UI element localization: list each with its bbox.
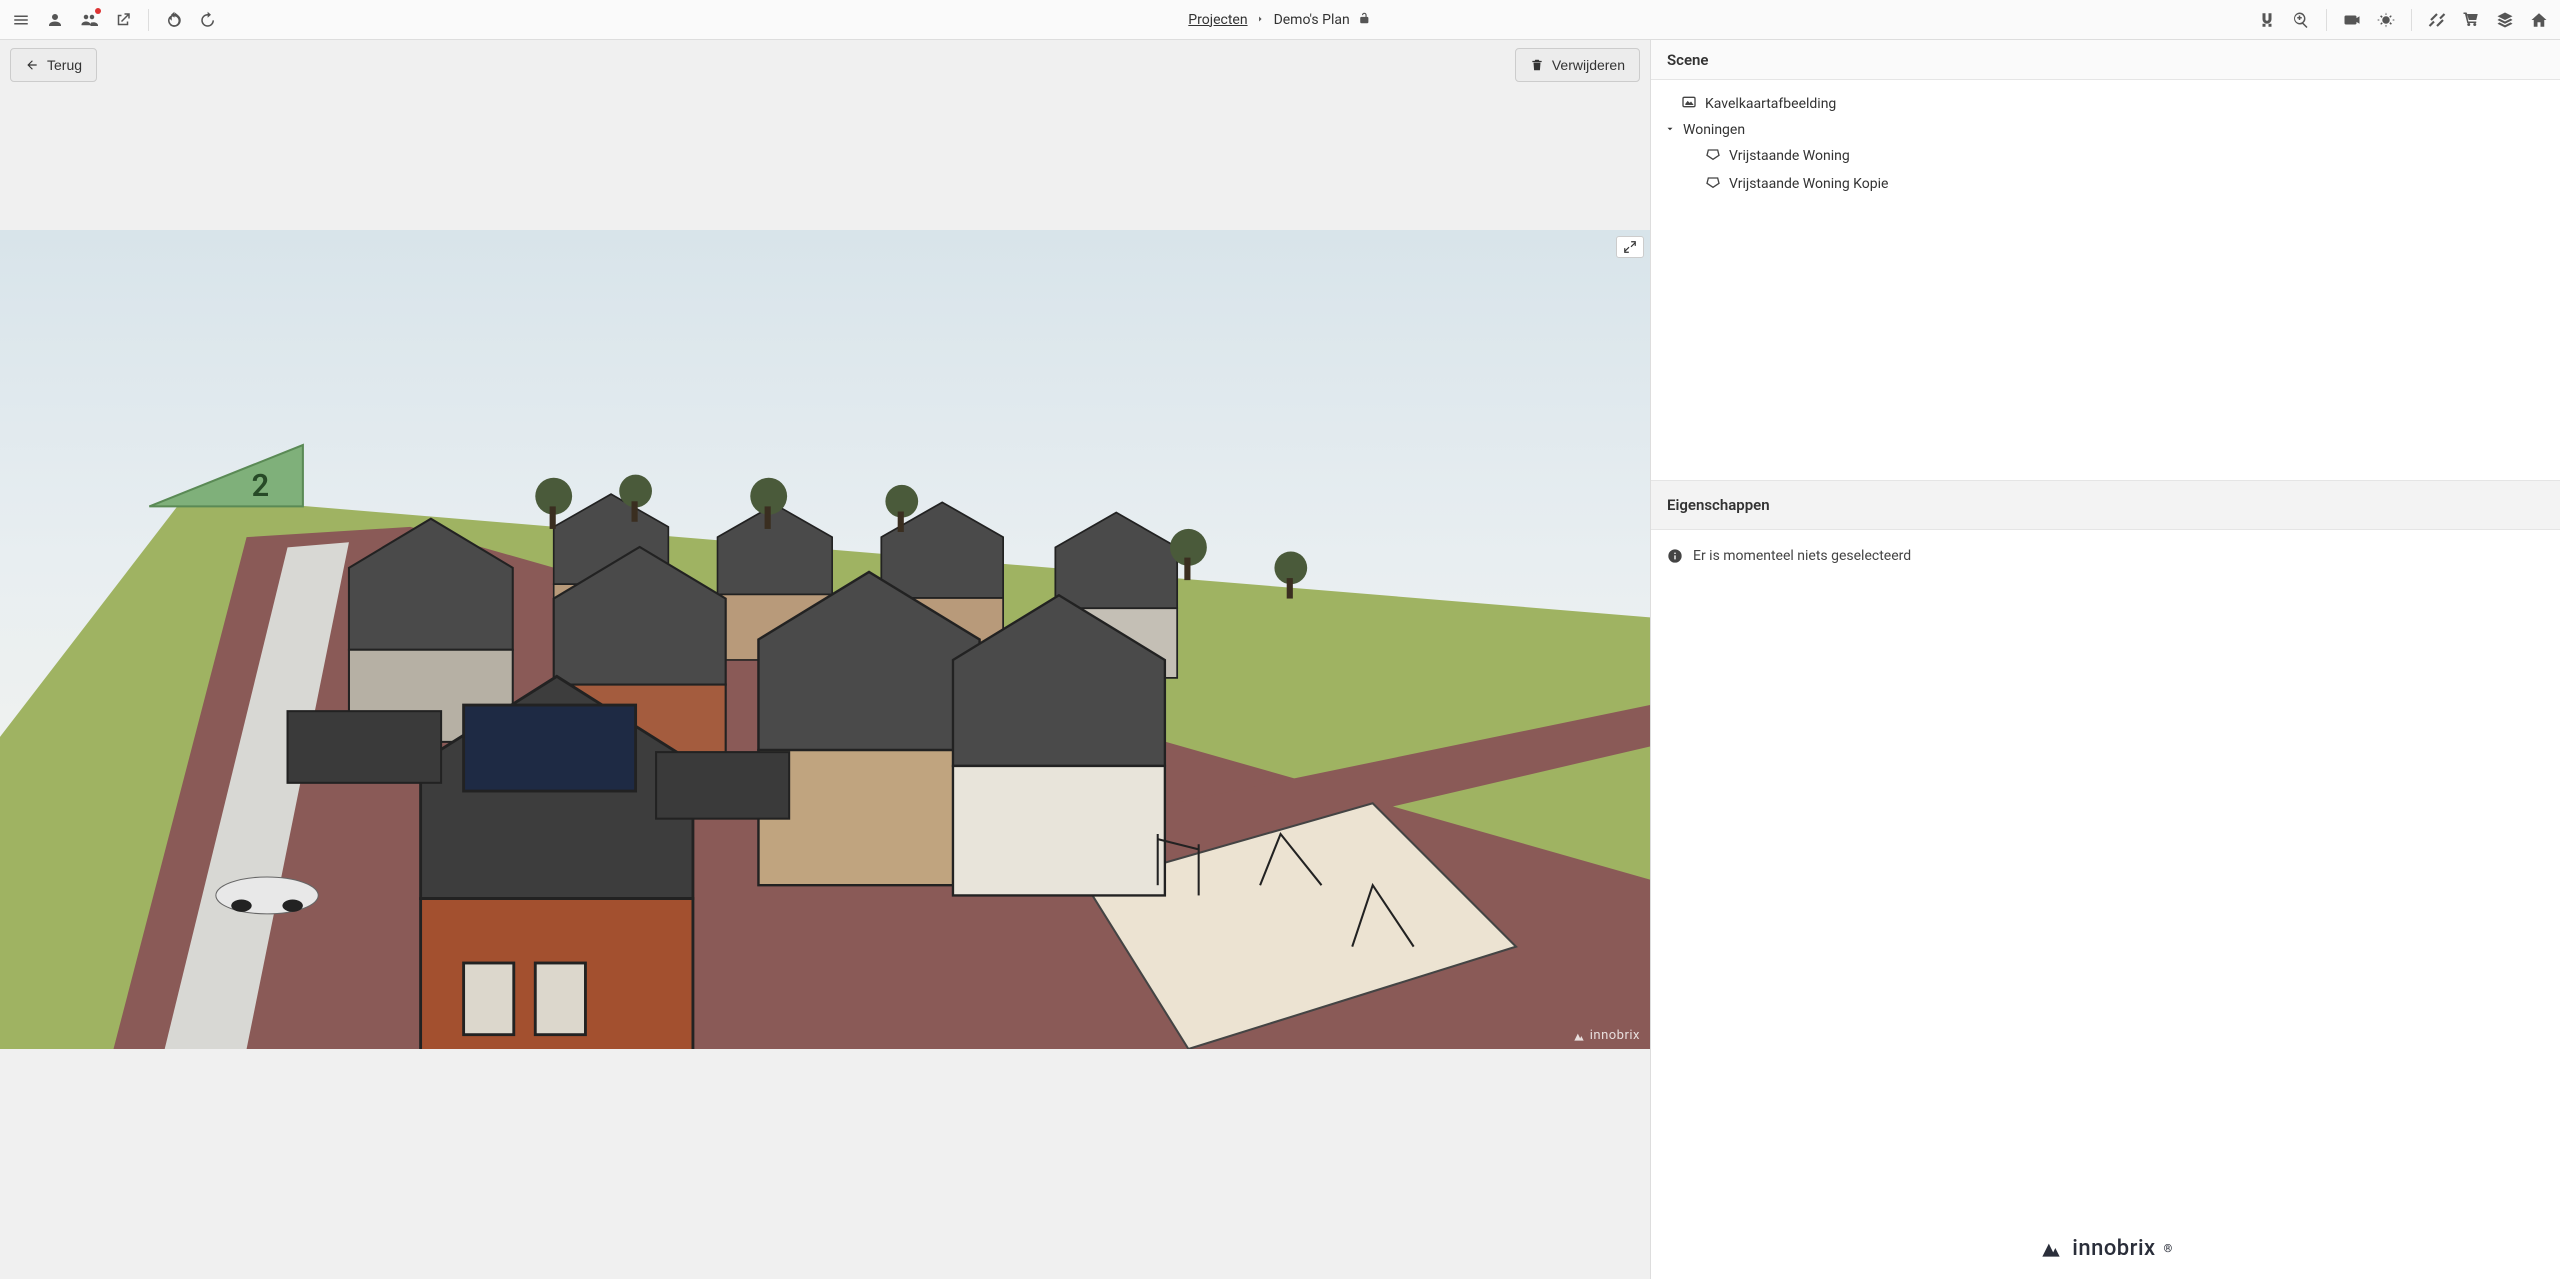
tree-item-label: Vrijstaande Woning Kopie [1729,176,1888,192]
toolbar-right-group [2252,5,2554,35]
properties-panel-title: Eigenschappen [1667,496,1770,514]
delete-button-label: Verwijderen [1552,57,1625,73]
camera-icon[interactable] [2337,5,2367,35]
polygon-icon [1705,174,1721,194]
viewport: Terug Verwijderen [0,40,1650,1279]
users-icon[interactable] [74,5,104,35]
back-button-label: Terug [47,57,82,73]
watermark: innobrix [1572,1028,1640,1043]
toolbar-separator [2411,9,2412,31]
back-button[interactable]: Terug [10,48,97,82]
menu-icon[interactable] [6,5,36,35]
main-area: Terug Verwijderen [0,40,2560,1279]
breadcrumb-current: Demo's Plan [1274,12,1350,28]
scene-tree: Kavelkaartafbeelding Woningen Vrijstaand… [1651,80,2560,480]
brand-logo-icon [2038,1235,2064,1261]
redo-icon[interactable] [193,5,223,35]
brand-name: innobrix [2072,1236,2155,1261]
delete-button[interactable]: Verwijderen [1515,48,1640,82]
user-icon[interactable] [40,5,70,35]
scene-marker-label: 2 [252,469,270,504]
undo-icon[interactable] [159,5,189,35]
properties-empty-state: Er is momenteel niets geselecteerd [1651,530,2560,582]
tree-item-woning-1[interactable]: Vrijstaande Woning [1659,142,2546,170]
breadcrumb: Projecten Demo's Plan [1188,11,1371,29]
polygon-icon [1705,146,1721,166]
toolbar-separator [2326,9,2327,31]
tree-item-woning-2[interactable]: Vrijstaande Woning Kopie [1659,170,2546,198]
expand-panel-button[interactable] [1616,236,1644,258]
layers-icon[interactable] [2490,5,2520,35]
unlock-icon[interactable] [1358,11,1372,29]
properties-empty-text: Er is momenteel niets geselecteerd [1693,548,1911,564]
toolbar-left-group [6,5,138,35]
caret-down-icon[interactable] [1665,122,1675,138]
zoom-icon[interactable] [2286,5,2316,35]
brand-footer: innobrix ® [1651,1217,2560,1279]
watermark-text: innobrix [1590,1028,1640,1043]
breadcrumb-root[interactable]: Projecten [1188,12,1247,28]
chevron-right-icon [1256,12,1266,28]
home-icon[interactable] [2524,5,2554,35]
toolbar-separator [148,9,149,31]
tree-item-label: Kavelkaartafbeelding [1705,96,1836,112]
registered-mark: ® [2164,1242,2173,1255]
toolbar-history-group [159,5,223,35]
tree-item-label: Vrijstaande Woning [1729,148,1850,164]
side-panel: Scene Kavelkaartafbeelding Woningen Vrij… [1650,40,2560,1279]
viewport-actions: Terug Verwijderen [0,40,1650,90]
tree-item-kavelkaart[interactable]: Kavelkaartafbeelding [1659,90,2546,118]
image-icon [1681,94,1697,114]
tree-item-label: Woningen [1683,122,1745,138]
external-link-icon[interactable] [108,5,138,35]
scene-illustration: 2 [0,230,1650,1049]
info-icon [1667,548,1683,564]
tools-icon[interactable] [2422,5,2452,35]
tree-item-woningen[interactable]: Woningen [1659,118,2546,142]
scene-panel-title: Scene [1667,51,1709,69]
top-toolbar: Projecten Demo's Plan [0,0,2560,40]
cart-icon[interactable] [2456,5,2486,35]
render-canvas[interactable]: 2 innobrix [0,230,1650,1049]
magnet-icon[interactable] [2252,5,2282,35]
sun-icon[interactable] [2371,5,2401,35]
scene-panel-header: Scene [1651,40,2560,80]
properties-panel-header: Eigenschappen [1651,480,2560,530]
